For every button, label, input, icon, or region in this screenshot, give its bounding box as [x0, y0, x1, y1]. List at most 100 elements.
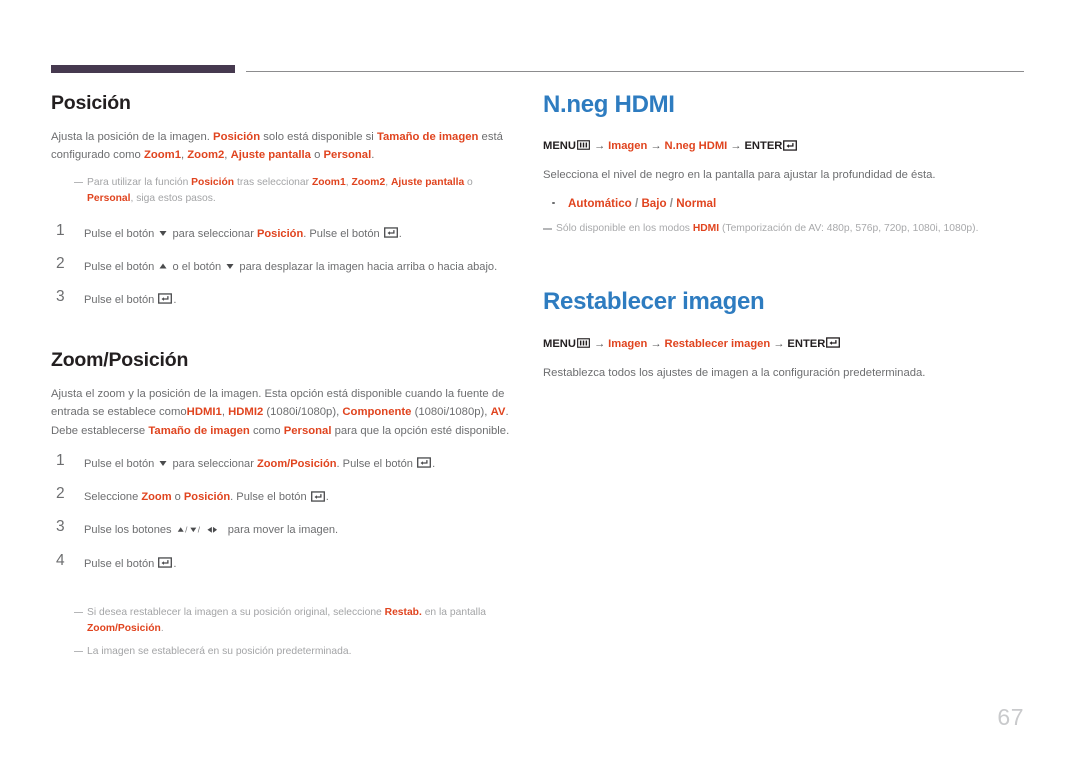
step-item: 1 Pulse el botón para seleccionar Zoom/P…	[56, 451, 521, 473]
menu-item-nneg-hdmi: N.neg HDMI	[664, 140, 728, 153]
step-text: Pulse el botón .	[84, 293, 177, 306]
text-run: o	[464, 176, 473, 188]
term-hdmi: HDMI	[692, 223, 720, 234]
text-run: . Pulse el botón	[230, 491, 310, 504]
right-column: N.neg HDMI MENU → Imagen → N.neg HDMI → ENTER …	[543, 91, 1013, 392]
enter-icon	[783, 140, 798, 151]
term-ajuste-pantalla: Ajuste pantalla	[230, 149, 311, 162]
enter-icon	[158, 293, 173, 305]
text-run: o el botón	[169, 260, 225, 273]
option-automatico: Automático	[568, 196, 632, 210]
restablecer-imagen-description: Restablezca todos los ajustes de imagen …	[543, 366, 926, 379]
header-rule	[51, 65, 1024, 73]
page-number: 67	[997, 704, 1024, 730]
text-run: para seleccionar	[169, 227, 257, 240]
svg-text:/: /	[185, 526, 188, 535]
arrow-separator: →	[593, 337, 606, 350]
step-number: 1	[56, 221, 65, 239]
text-run: La imagen se establecerá en su posición …	[87, 645, 352, 657]
arrow-separator: →	[650, 337, 662, 350]
text-run: para que la opción esté disponible.	[331, 424, 510, 437]
zoom-posicion-note-default: La imagen se establecerá en su posición …	[74, 644, 521, 660]
page-title-zoom-posicion: Zoom/Posición	[51, 349, 189, 372]
arrow-cluster-icon: / /	[177, 526, 217, 535]
term-posicion: Posición	[191, 176, 235, 188]
text-run: .	[173, 557, 177, 570]
menu-path-restablecer-imagen: MENU → Imagen → Restablecer imagen → ENTER	[543, 336, 1013, 354]
text-run: (1080i/1080p),	[263, 406, 343, 419]
text-run: para desplazar la imagen hacia arriba o …	[236, 260, 498, 273]
text-run: Pulse los botones	[84, 524, 175, 537]
enter-icon	[383, 227, 398, 238]
text-run: Pulse el botón	[84, 227, 158, 240]
text-run: (Temporización de AV: 480p, 576p, 720p, …	[719, 223, 979, 234]
menu-item-imagen: Imagen	[608, 337, 648, 350]
text-run: . Pulse el botón	[336, 457, 417, 470]
step-number: 1	[56, 451, 65, 469]
text-run: .	[325, 491, 329, 504]
step-text: Seleccione Zoom o Posición. Pulse el bot…	[84, 490, 329, 504]
step-number: 4	[56, 551, 65, 569]
step-item: 3 Pulse los botones / / para mover la ima…	[56, 518, 521, 539]
text-run: .	[173, 293, 177, 306]
term-zoom2: Zoom2	[351, 176, 386, 188]
text-run: .	[371, 149, 375, 162]
arrow-down-icon	[226, 263, 234, 269]
arrow-separator: →	[593, 140, 606, 153]
page-title-restablecer-imagen: Restablecer imagen	[543, 288, 765, 316]
term-posicion: Posición	[256, 227, 304, 240]
posicion-note: Para utilizar la función Posición tras s…	[74, 175, 521, 208]
term-personal: Personal	[323, 149, 372, 162]
text-run: (1080i/1080p),	[411, 406, 491, 419]
arrow-separator: →	[730, 140, 742, 153]
step-item: 1 Pulse el botón para seleccionar Posici…	[56, 221, 521, 243]
text-run: Pulse el botón	[84, 457, 158, 470]
arrow-separator: →	[650, 140, 662, 153]
page-title-nneg-hdmi: N.neg HDMI	[543, 91, 675, 118]
enter-icon	[310, 490, 325, 502]
enter-icon	[826, 337, 841, 349]
menu-label: MENU	[543, 140, 576, 153]
term-personal: Personal	[87, 193, 131, 205]
step-item: 4 Pulse el botón .	[56, 551, 521, 573]
enter-icon	[158, 557, 173, 568]
option-separator: /	[631, 196, 642, 210]
enter-label: ENTER	[744, 140, 783, 153]
svg-text:/: /	[197, 526, 200, 535]
text-run: Si desea restablecer la imagen a su posi…	[87, 606, 385, 618]
term-componente: Componente	[342, 406, 412, 419]
step-number: 3	[56, 518, 65, 536]
nneg-hdmi-description: Selecciona el nivel de negro en la panta…	[543, 169, 936, 182]
text-run: .	[432, 457, 436, 470]
nneg-hdmi-options: Automático / Bajo / Normal	[543, 195, 1013, 212]
text-run: solo está disponible si	[260, 131, 377, 143]
menu-grid-icon	[577, 338, 590, 348]
text-run: . Pulse el botón	[303, 227, 383, 240]
zoom-posicion-note-restab: Si desea restablecer la imagen a su posi…	[74, 605, 521, 638]
term-av: AV	[490, 406, 506, 419]
term-zoom1: Zoom1	[143, 149, 181, 162]
arrow-up-icon	[159, 263, 167, 269]
option-normal: Normal	[676, 196, 717, 210]
term-personal: Personal	[283, 424, 332, 437]
step-item: 2 Pulse el botón o el botón para desplaz…	[56, 254, 521, 276]
step-text: Pulse el botón o el botón para desplazar…	[84, 261, 497, 273]
term-tamano-de-imagen: Tamaño de imagen	[376, 131, 479, 143]
text-run: Pulse el botón	[84, 557, 158, 570]
term-restab: Restab.	[384, 606, 422, 618]
text-run: Para utilizar la función	[87, 176, 192, 188]
term-zoom-posicion: Zoom/Posición	[87, 623, 161, 635]
step-text: Pulse el botón .	[84, 557, 177, 570]
arrow-down-icon	[159, 460, 167, 466]
step-number: 3	[56, 287, 65, 305]
text-run: o	[310, 149, 324, 162]
step-number: 2	[56, 254, 65, 272]
arrow-separator: →	[773, 337, 785, 350]
menu-item-restablecer-imagen: Restablecer imagen	[664, 337, 771, 350]
term-zoom1: Zoom1	[311, 176, 346, 188]
header-rule-thin	[246, 71, 1024, 72]
text-run: como	[249, 424, 284, 437]
left-column: Posición Ajusta la posición de la imagen…	[51, 92, 521, 666]
term-zoom2: Zoom2	[187, 149, 225, 162]
option-separator: /	[666, 196, 677, 210]
